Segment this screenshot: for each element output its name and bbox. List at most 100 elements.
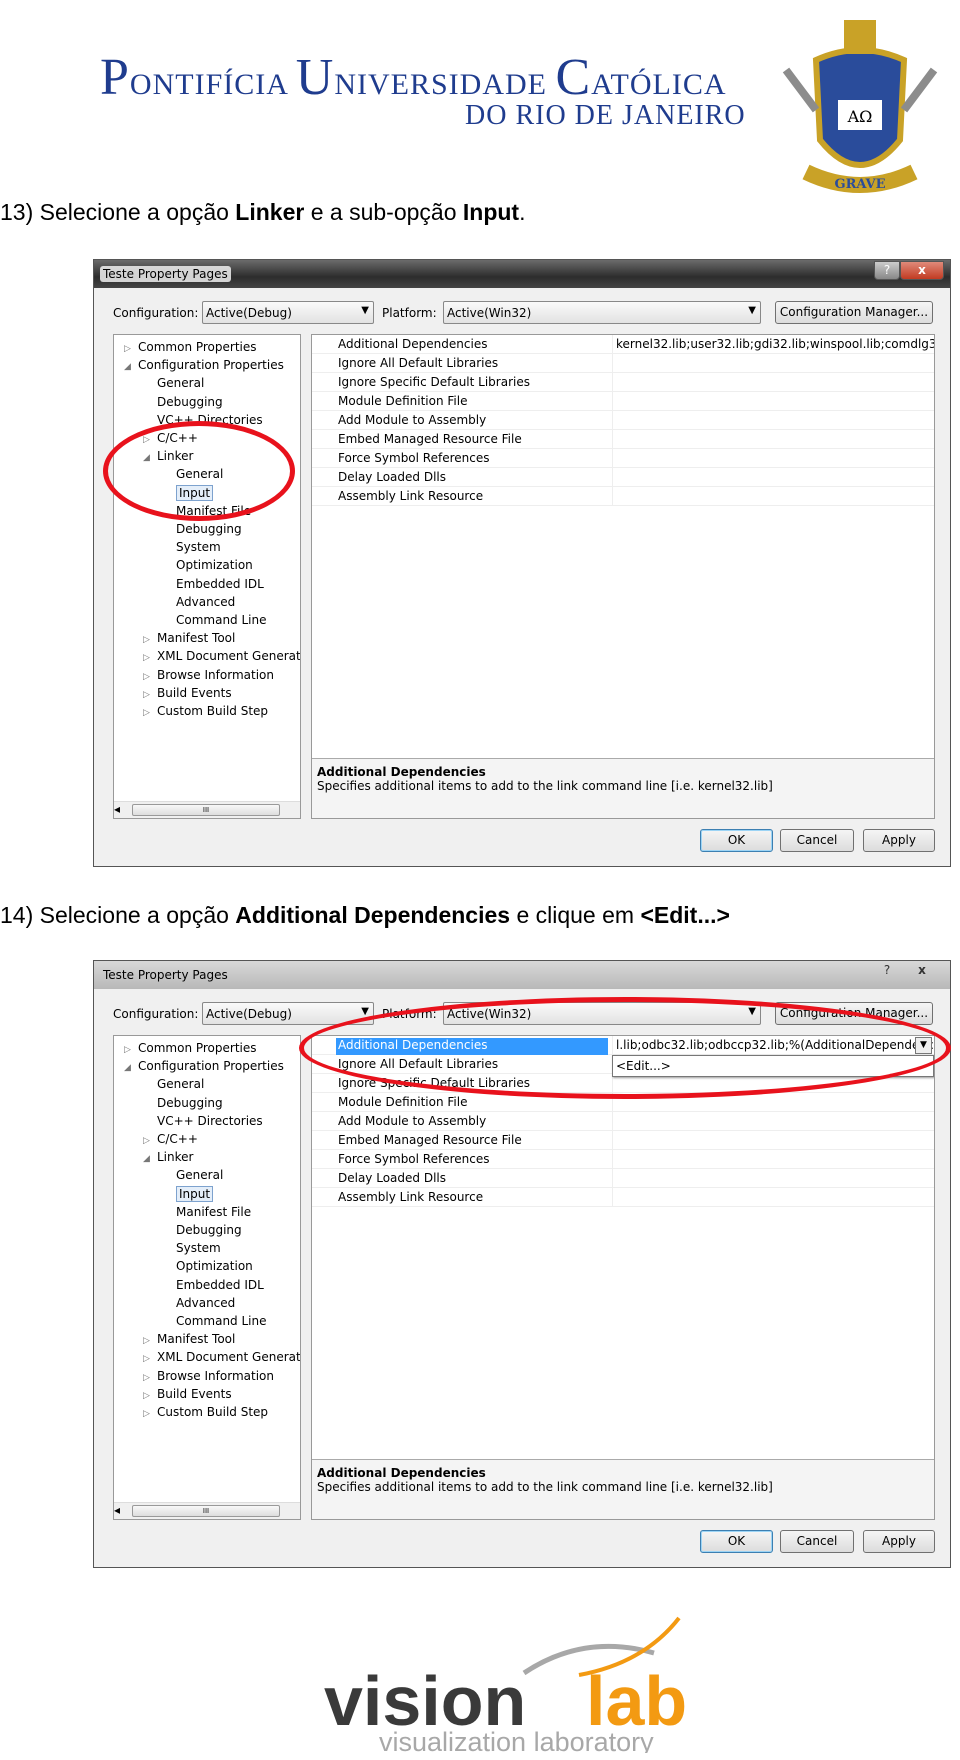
horizontal-scrollbar[interactable]: ◂ III — [114, 801, 300, 818]
close-button[interactable]: x — [900, 261, 944, 280]
tree-item[interactable]: Input — [162, 484, 214, 502]
tree-item[interactable]: ◢ Configuration Properties — [124, 356, 284, 374]
property-row[interactable]: Additional Dependencies l.lib;odbc32.lib;… — [312, 1036, 934, 1055]
dropdown-arrow-icon[interactable]: ▼ — [915, 1037, 932, 1054]
tree-item[interactable]: General — [143, 374, 204, 392]
scroll-thumb[interactable]: III — [132, 804, 280, 816]
edit-option[interactable]: <Edit...> — [616, 1059, 930, 1073]
property-row[interactable]: Ignore All Default Libraries — [312, 354, 934, 373]
tree-item[interactable]: Debugging — [162, 1221, 242, 1239]
tree-item[interactable]: ▷ Manifest Tool — [143, 1330, 235, 1348]
tree-item[interactable]: ▷ Build Events — [143, 684, 232, 702]
property-value[interactable] — [612, 373, 934, 392]
tree-item[interactable]: System — [162, 1239, 221, 1257]
property-row[interactable]: Delay Loaded Dlls — [312, 1169, 934, 1188]
tree-item[interactable]: Debugging — [143, 1094, 223, 1112]
tree-item[interactable]: ▷ C/C++ — [143, 1130, 198, 1148]
tree-item[interactable]: System — [162, 538, 221, 556]
tree-item[interactable]: ▷ Manifest Tool — [143, 629, 235, 647]
tree-item[interactable]: Advanced — [162, 593, 235, 611]
horizontal-scrollbar[interactable]: ◂ III — [114, 1502, 300, 1519]
tree-item[interactable]: Optimization — [162, 1257, 253, 1275]
cancel-button[interactable]: Cancel — [780, 829, 854, 852]
property-value[interactable]: kernel32.lib;user32.lib;gdi32.lib;winspo… — [612, 335, 934, 354]
property-value[interactable] — [612, 1112, 934, 1131]
tree-item[interactable]: General — [162, 465, 223, 483]
expanded-triangle-icon[interactable]: ◢ — [143, 1150, 157, 1168]
tree-item[interactable]: General — [143, 1075, 204, 1093]
tree-item[interactable]: Embedded IDL — [162, 575, 264, 593]
property-row[interactable]: Module Definition File — [312, 392, 934, 411]
tree-item[interactable]: Debugging — [143, 393, 223, 411]
configuration-dropdown[interactable]: Active(Debug) ▼ — [202, 1002, 374, 1025]
tree-item[interactable]: ▷ Build Events — [143, 1385, 232, 1403]
collapsed-triangle-icon[interactable]: ▷ — [143, 704, 157, 722]
property-row[interactable]: Additional Dependencies kernel32.lib;user… — [312, 335, 934, 354]
tree-item[interactable]: ▷ XML Document Generator — [143, 1348, 300, 1366]
property-row[interactable]: Add Module to Assembly — [312, 1112, 934, 1131]
apply-button[interactable]: Apply — [863, 829, 935, 852]
scroll-thumb[interactable]: III — [132, 1505, 280, 1517]
property-row[interactable]: Delay Loaded Dlls — [312, 468, 934, 487]
property-tree[interactable]: ▷ Common Properties ◢ Configuration Propert… — [113, 334, 301, 819]
ok-button[interactable]: OK — [700, 829, 773, 852]
close-button[interactable]: x — [900, 962, 944, 981]
property-value[interactable] — [612, 430, 934, 449]
configuration-dropdown[interactable]: Active(Debug) ▼ — [202, 301, 374, 324]
property-value[interactable] — [612, 468, 934, 487]
tree-item[interactable]: ▷ Browse Information — [143, 1367, 274, 1385]
tree-item[interactable]: ◢ Linker — [143, 447, 193, 465]
configuration-manager-button[interactable]: Configuration Manager... — [775, 1002, 933, 1025]
tree-item[interactable]: ◢ Linker — [143, 1148, 193, 1166]
property-row[interactable]: Force Symbol References — [312, 1150, 934, 1169]
help-button[interactable]: ? — [874, 962, 900, 981]
property-row[interactable]: Ignore Specific Default Libraries — [312, 373, 934, 392]
property-value[interactable]: l.lib;odbc32.lib;odbccp32.lib;%(Addition… — [612, 1036, 934, 1055]
property-row[interactable]: Assembly Link Resource — [312, 1188, 934, 1207]
property-row[interactable]: Force Symbol References — [312, 449, 934, 468]
dropdown-list[interactable]: <Edit...> — [612, 1055, 934, 1077]
expanded-triangle-icon[interactable]: ◢ — [124, 358, 138, 376]
tree-item[interactable]: VC++ Directories — [143, 1112, 263, 1130]
tree-item[interactable]: Optimization — [162, 556, 253, 574]
tree-item[interactable]: ▷ Custom Build Step — [143, 1403, 268, 1421]
property-value[interactable] — [612, 354, 934, 373]
property-value[interactable] — [612, 1093, 934, 1112]
tree-item[interactable]: Manifest File — [162, 502, 251, 520]
property-tree[interactable]: ▷ Common Properties ◢ Configuration Propert… — [113, 1035, 301, 1520]
tree-item[interactable]: Command Line — [162, 611, 267, 629]
tree-item[interactable]: General — [162, 1166, 223, 1184]
platform-dropdown[interactable]: Active(Win32) ▼ — [443, 301, 761, 324]
property-value[interactable] — [612, 1169, 934, 1188]
tree-item[interactable]: Embedded IDL — [162, 1276, 264, 1294]
property-value[interactable] — [612, 392, 934, 411]
expanded-triangle-icon[interactable]: ◢ — [143, 449, 157, 467]
collapsed-triangle-icon[interactable]: ▷ — [143, 1405, 157, 1423]
scroll-left-icon[interactable]: ◂ — [114, 1503, 120, 1517]
tree-item[interactable]: ▷ Common Properties — [124, 338, 257, 356]
tree-item[interactable]: ◢ Configuration Properties — [124, 1057, 284, 1075]
tree-item[interactable]: ▷ XML Document Generator — [143, 647, 300, 665]
tree-item[interactable]: ▷ Common Properties — [124, 1039, 257, 1057]
property-row[interactable]: Module Definition File — [312, 1093, 934, 1112]
tree-item[interactable]: VC++ Directories — [143, 411, 263, 429]
tree-item[interactable]: ▷ Custom Build Step — [143, 702, 268, 720]
property-value[interactable] — [612, 411, 934, 430]
tree-item[interactable]: ▷ Browse Information — [143, 666, 274, 684]
tree-item[interactable]: Debugging — [162, 520, 242, 538]
property-value[interactable] — [612, 487, 934, 506]
property-value[interactable] — [612, 1150, 934, 1169]
property-row[interactable]: Assembly Link Resource — [312, 487, 934, 506]
expanded-triangle-icon[interactable]: ◢ — [124, 1059, 138, 1077]
property-row[interactable]: Add Module to Assembly — [312, 411, 934, 430]
property-row[interactable]: Embed Managed Resource File — [312, 1131, 934, 1150]
configuration-manager-button[interactable]: Configuration Manager... — [775, 301, 933, 324]
cancel-button[interactable]: Cancel — [780, 1530, 854, 1553]
tree-item[interactable]: ▷ C/C++ — [143, 429, 198, 447]
help-button[interactable]: ? — [874, 261, 900, 280]
property-row[interactable]: Embed Managed Resource File — [312, 430, 934, 449]
scroll-left-icon[interactable]: ◂ — [114, 802, 120, 816]
property-value[interactable] — [612, 1188, 934, 1207]
ok-button[interactable]: OK — [700, 1530, 773, 1553]
property-value[interactable] — [612, 1131, 934, 1150]
